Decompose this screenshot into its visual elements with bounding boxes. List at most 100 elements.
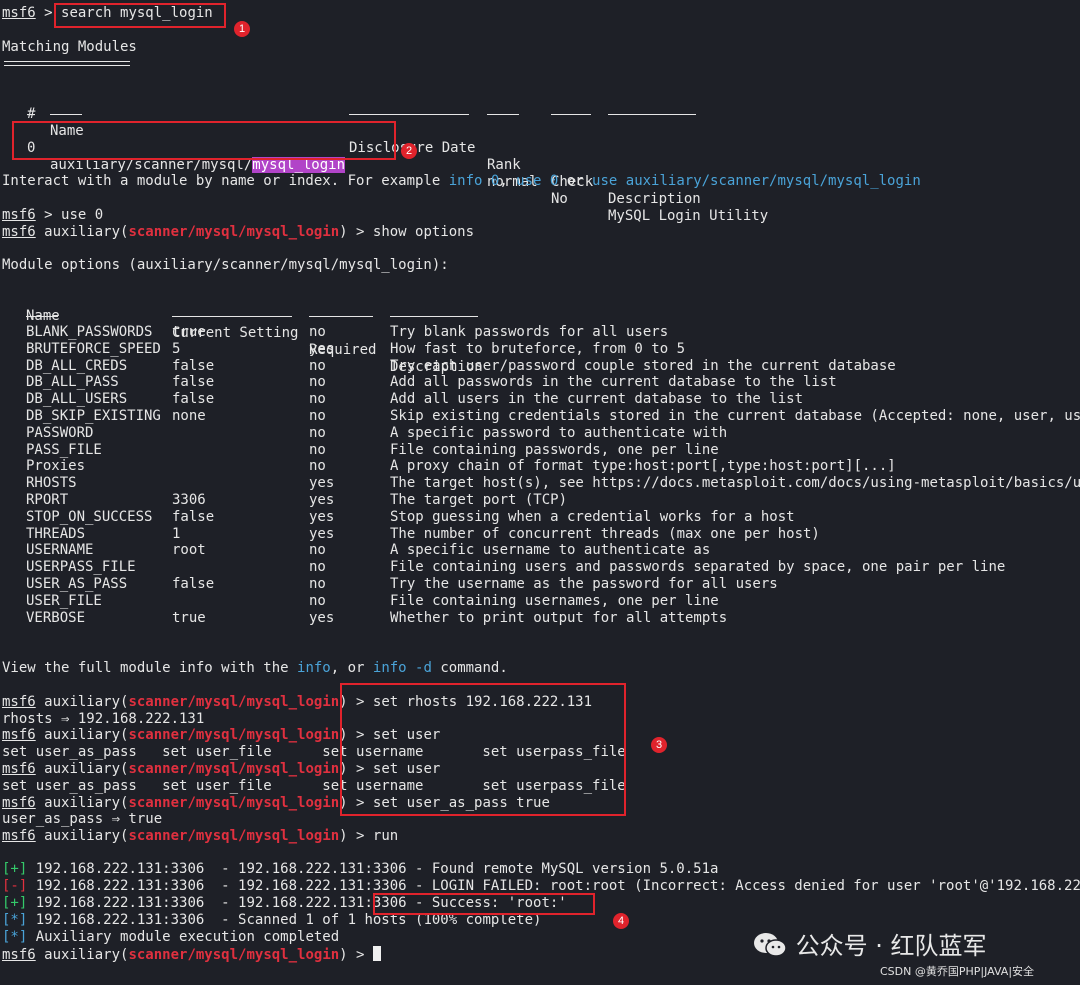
underline [349, 114, 469, 115]
option-description: Stop guessing when a credential works fo… [390, 508, 795, 525]
option-description: Add all users in the current database to… [390, 391, 804, 408]
option-row: PASSWORD no A specific password to authent… [2, 425, 1080, 442]
option-row: Proxies no A proxy chain of format type:ho… [2, 458, 1080, 475]
annotation-box-1 [54, 3, 226, 28]
result-status-tag: [*] [2, 912, 28, 928]
option-name: PASS_FILE [26, 441, 102, 458]
annotation-badge-3: 3 [651, 737, 667, 753]
row-check: No [551, 191, 568, 207]
option-setting: none [172, 408, 206, 424]
option-setting: false [172, 357, 215, 374]
option-required: yes [309, 475, 335, 492]
underline [172, 316, 292, 317]
cmd-line-show: msf6 auxiliary(scanner/mysql/mysql_login… [2, 224, 475, 240]
option-name: DB_ALL_USERS [26, 391, 128, 408]
text-cursor [372, 946, 381, 961]
option-required: yes [309, 508, 335, 525]
options-title: Module options (auxiliary/scanner/mysql/… [2, 257, 449, 273]
option-required: yes [309, 340, 335, 357]
option-row: VERBOSE true yes Whether to print output fo… [2, 610, 1080, 627]
option-row: BRUTEFORCE_SPEED 5 yes How fast to brutefor… [2, 341, 1080, 358]
option-row: PASS_FILE no File containing passwords, on… [2, 442, 1080, 459]
option-description: Try blank passwords for all users [390, 324, 669, 340]
view-info-line: View the full module info with the info,… [2, 660, 508, 676]
option-description: How fast to bruteforce, from 0 to 5 [390, 340, 686, 357]
underline [309, 316, 373, 317]
option-setting: false [172, 576, 215, 592]
annotation-box-3 [340, 683, 626, 816]
option-setting: true [172, 324, 206, 340]
option-required: no [309, 424, 326, 441]
option-required: no [309, 458, 326, 475]
header-description: Description [608, 191, 701, 207]
underline [551, 114, 591, 115]
option-required: no [309, 559, 326, 576]
option-row: DB_SKIP_EXISTING none no Skip existing cred… [2, 408, 1080, 425]
option-setting: false [172, 508, 215, 525]
cmd-line-current[interactable]: msf6 auxiliary(scanner/mysql/mysql_login… [2, 946, 381, 963]
result-status-tag: [-] [2, 878, 28, 894]
result-text: 192.168.222.131:3306 - 192.168.222.131:3… [27, 878, 1080, 894]
option-row: STOP_ON_SUCCESS false yes Stop guessing whe… [2, 509, 1080, 526]
option-name: USER_FILE [26, 592, 102, 609]
option-required: no [309, 592, 326, 609]
option-required: no [309, 374, 326, 391]
option-description: Try each user/password couple stored in … [390, 357, 896, 374]
option-description: Try the username as the password for all… [390, 576, 778, 592]
csdn-watermark: CSDN @黄乔国PHP|JAVA|安全 [880, 965, 1035, 978]
option-name: THREADS [26, 525, 86, 542]
option-row: DB_ALL_PASS false no Add all passwords in t… [2, 374, 1080, 391]
underline [487, 114, 519, 115]
header-rank: Rank [487, 157, 521, 173]
option-name: DB_ALL_PASS [26, 374, 119, 391]
options-table-header: Name Current Setting Required Descriptio… [2, 291, 1002, 375]
underline [608, 114, 696, 115]
option-required: no [309, 391, 326, 408]
matching-title: Matching Modules [2, 39, 137, 55]
option-required: no [309, 324, 326, 340]
option-name: STOP_ON_SUCCESS [26, 508, 153, 525]
option-required: yes [309, 492, 335, 508]
option-row: USERPASS_FILE no File containing users and… [2, 559, 1080, 576]
option-description: The number of concurrent threads (max on… [390, 525, 820, 542]
result-status-tag: [+] [2, 895, 28, 911]
underline [50, 114, 82, 115]
option-required: yes [309, 609, 335, 626]
search-table-header: # Name Disclosure Date Rank Check Descri… [2, 89, 1002, 207]
option-description: File containing passwords, one per line [390, 441, 719, 458]
wechat-watermark: 公众号 · 红队蓝军 [752, 926, 987, 961]
option-name: BLANK_PASSWORDS [26, 324, 153, 340]
hint-info-0: info 0 [448, 173, 500, 189]
option-name: RPORT [26, 492, 69, 508]
underline [390, 316, 478, 317]
option-description: Add all passwords in the current databas… [390, 374, 837, 391]
option-row: BLANK_PASSWORDS true no Try blank passwords… [2, 324, 1080, 341]
option-name: RHOSTS [26, 475, 77, 492]
option-description: File containing usernames, one per line [390, 592, 719, 609]
option-required: no [309, 576, 326, 592]
hint-use-path: use auxiliary/scanner/mysql/mysql_login [592, 173, 921, 189]
option-row: DB_ALL_CREDS false no Try each user/passwor… [2, 358, 1080, 375]
option-description: Whether to print output for all attempts [390, 609, 728, 626]
option-description: Skip existing credentials stored in the … [390, 408, 1080, 424]
annotation-badge-4: 4 [613, 913, 629, 929]
option-description: A proxy chain of format type:host:port[,… [390, 458, 896, 475]
option-required: no [309, 408, 326, 424]
annotation-box-4 [373, 893, 595, 915]
option-row: THREADS 1 yes The number of concurrent thre… [2, 526, 1080, 543]
option-required: no [309, 542, 326, 559]
output-user-as-pass: user_as_pass ⇒ true [2, 811, 163, 827]
title-underline [4, 61, 130, 66]
option-setting: false [172, 374, 215, 391]
option-description: A specific password to authenticate with [390, 424, 728, 441]
option-setting: false [172, 391, 215, 408]
option-name: BRUTEFORCE_SPEED [26, 340, 161, 357]
option-description: The target port (TCP) [390, 492, 568, 508]
option-name: USER_AS_PASS [26, 576, 128, 592]
underline [27, 114, 35, 115]
option-name: USERPASS_FILE [26, 559, 136, 576]
option-row: USERNAME root no A specific username to aut… [2, 542, 1080, 559]
option-required: no [309, 441, 326, 458]
option-row: RPORT 3306 yes The target port (TCP) [2, 492, 1080, 509]
option-row: USER_AS_PASS false no Try the username as t… [2, 576, 1080, 593]
